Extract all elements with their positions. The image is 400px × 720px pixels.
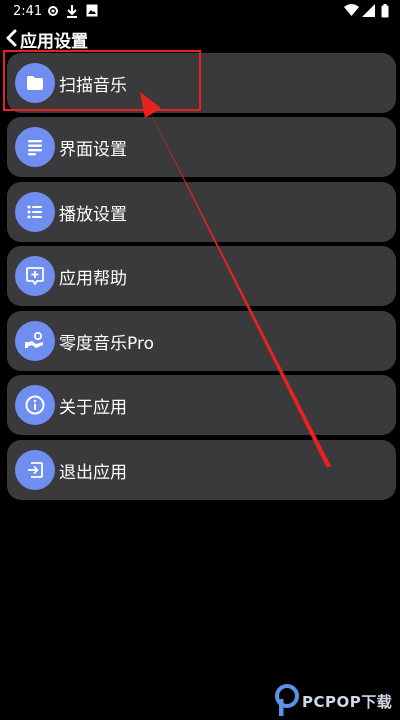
app-header: 应用设置: [0, 24, 400, 52]
screen: 2:41 应用设置 扫描音乐 界面设置 播放设置 应用帮助 零度音乐Pro 关于…: [0, 0, 400, 720]
highlight-box: [3, 50, 201, 111]
menu-item-about-app[interactable]: 关于应用: [7, 375, 396, 435]
menu-item-label: 应用帮助: [59, 269, 127, 289]
menu-item-interface-settings[interactable]: 界面设置: [7, 117, 396, 177]
menu-item-label: 播放设置: [59, 205, 127, 225]
wifi-icon: [344, 4, 359, 16]
menu-item-playback-settings[interactable]: 播放设置: [7, 182, 396, 242]
menu-item-label: 零度音乐Pro: [59, 334, 154, 354]
page-title: 应用设置: [20, 32, 88, 52]
menu-item-app-help[interactable]: 应用帮助: [7, 246, 396, 306]
image-icon: [86, 4, 98, 17]
menu-item-label: 关于应用: [59, 398, 127, 418]
document-lines-icon: [15, 127, 55, 167]
pro-icon: [15, 321, 55, 361]
menu-item-exit-app[interactable]: 退出应用: [7, 440, 396, 500]
info-icon: [15, 385, 55, 425]
help-chat-icon: [15, 256, 55, 296]
menu-item-label: 退出应用: [59, 463, 127, 483]
exit-icon: [15, 450, 55, 490]
signal-icon: [362, 4, 375, 17]
watermark: PCPOP下载: [274, 683, 398, 717]
gear-icon: [48, 6, 58, 16]
battery-icon: [381, 4, 389, 18]
menu-item-label: 界面设置: [59, 140, 127, 160]
status-bar: 2:41: [0, 0, 400, 24]
chevron-left-icon[interactable]: [4, 29, 18, 47]
watermark-text: PCPOP下载: [302, 693, 393, 711]
menu-item-pro[interactable]: 零度音乐Pro: [7, 311, 396, 371]
status-time: 2:41: [13, 4, 43, 19]
download-icon: [67, 5, 77, 18]
list-icon: [15, 192, 55, 232]
watermark-logo-icon: [275, 684, 299, 716]
